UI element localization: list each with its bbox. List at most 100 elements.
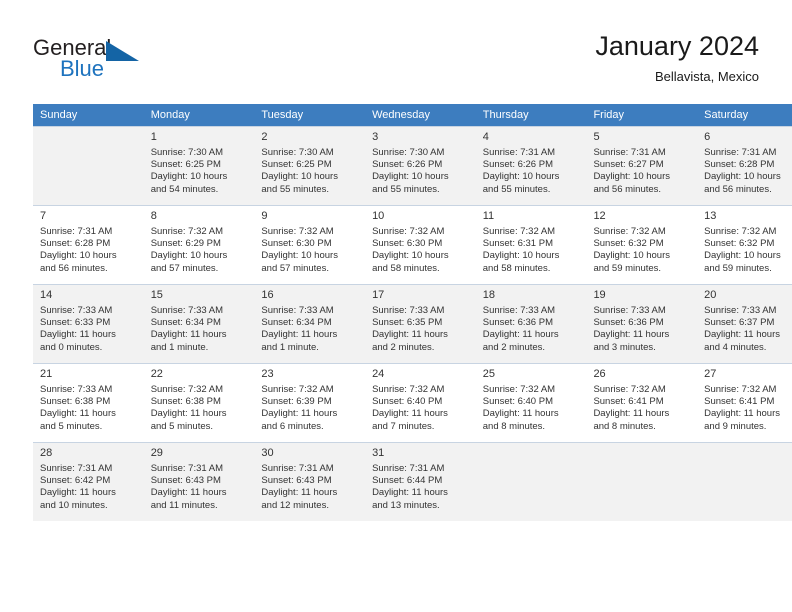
day-info-line: and 9 minutes. [704,420,767,432]
day-sun-info: Sunrise: 7:32 AM Sunset: 6:31 PM Daylight:… [483,226,583,275]
calendar-day-cell[interactable]: 20 Sunrise: 7:33 AM Sunset: 6:37 PM Dayligh… [697,284,792,364]
day-number: 15 [150,289,163,301]
calendar-day-cell[interactable]: 6 Sunrise: 7:31 AM Sunset: 6:28 PM Daylight… [697,126,792,206]
day-info-line: Sunset: 6:38 PM [40,396,111,408]
day-info-line: and 5 minutes. [150,420,214,432]
calendar-day-cell[interactable]: 14 Sunrise: 7:33 AM Sunset: 6:33 PM Dayligh… [33,284,144,364]
calendar-day-cell[interactable]: 30 Sunrise: 7:31 AM Sunset: 6:43 PM Dayligh… [254,442,366,521]
day-info-line: and 54 minutes. [150,183,219,195]
day-number: 25 [482,368,495,380]
calendar-day-cell[interactable]: 18 Sunrise: 7:33 AM Sunset: 6:36 PM Dayligh… [475,284,587,364]
calendar-day-cell[interactable]: 12 Sunrise: 7:32 AM Sunset: 6:32 PM Dayligh… [586,205,698,285]
day-info-line: Daylight: 11 hours [150,408,227,420]
calendar-day-cell[interactable]: 24 Sunrise: 7:32 AM Sunset: 6:40 PM Dayligh… [365,363,476,443]
calendar-day-cell[interactable]: 15 Sunrise: 7:33 AM Sunset: 6:34 PM Dayligh… [143,284,255,364]
calendar-cell-empty [33,126,144,206]
day-number: 20 [704,289,717,301]
day-info-line: and 12 minutes. [261,499,329,511]
calendar-body: 1 Sunrise: 7:30 AM Sunset: 6:25 PM Daylight… [33,126,792,521]
day-number: 2 [261,131,268,143]
day-info-line: Daylight: 10 hours [40,250,117,262]
day-number: 6 [704,131,711,143]
day-info-line: Sunrise: 7:32 AM [372,226,445,237]
day-info-line: and 8 minutes. [593,420,656,432]
day-number: 13 [704,210,717,222]
calendar-day-cell[interactable]: 13 Sunrise: 7:32 AM Sunset: 6:32 PM Dayligh… [697,205,792,285]
day-sun-info: Sunrise: 7:32 AM Sunset: 6:41 PM Daylight:… [593,384,693,433]
day-sun-info: Sunrise: 7:31 AM Sunset: 6:43 PM Daylight:… [151,463,251,512]
calendar-day-cell[interactable]: 25 Sunrise: 7:32 AM Sunset: 6:40 PM Dayligh… [475,363,587,443]
day-info-line: Daylight: 11 hours [704,329,780,341]
day-info-line: Daylight: 10 hours [372,250,449,262]
day-number: 4 [482,131,489,143]
day-info-line: Sunset: 6:40 PM [482,396,553,408]
calendar-day-cell[interactable]: 1 Sunrise: 7:30 AM Sunset: 6:25 PM Daylight… [143,126,255,206]
day-info-line: Sunrise: 7:32 AM [704,384,777,395]
day-info-line: Sunset: 6:25 PM [150,159,221,171]
calendar-header-row: Sunday Monday Tuesday Wednesday Thursday… [33,104,792,127]
calendar-cell-empty [697,442,792,521]
calendar-day-cell[interactable]: 21 Sunrise: 7:33 AM Sunset: 6:38 PM Dayligh… [33,363,144,443]
weekday-header-friday: Friday [586,104,698,127]
day-info-line: and 3 minutes. [593,341,656,353]
calendar-day-cell[interactable]: 7 Sunrise: 7:31 AM Sunset: 6:28 PM Daylight… [33,205,144,285]
calendar-day-cell[interactable]: 28 Sunrise: 7:31 AM Sunset: 6:42 PM Dayligh… [33,442,144,521]
day-info-line: Sunset: 6:41 PM [704,396,775,408]
day-info-line: Sunset: 6:31 PM [482,238,553,250]
day-info-line: Sunset: 6:34 PM [150,317,221,329]
day-number: 22 [150,368,163,380]
weekday-header-wednesday: Wednesday [365,104,476,127]
calendar-cell-empty [586,442,698,521]
day-info-line: Sunrise: 7:32 AM [150,226,224,237]
calendar-day-cell[interactable]: 17 Sunrise: 7:33 AM Sunset: 6:35 PM Dayligh… [365,284,476,364]
weekday-header-sunday: Sunday [33,104,144,127]
calendar-day-cell[interactable]: 10 Sunrise: 7:32 AM Sunset: 6:30 PM Dayligh… [365,205,476,285]
calendar-day-cell[interactable]: 19 Sunrise: 7:33 AM Sunset: 6:36 PM Dayligh… [586,284,698,364]
day-number: 7 [40,210,47,222]
calendar-day-cell[interactable]: 29 Sunrise: 7:31 AM Sunset: 6:43 PM Dayligh… [143,442,255,521]
day-info-line: Sunset: 6:30 PM [372,238,443,250]
calendar-day-cell[interactable]: 9 Sunrise: 7:32 AM Sunset: 6:30 PM Daylight… [254,205,366,285]
day-info-line: Sunrise: 7:32 AM [261,384,334,395]
day-info-line: Sunset: 6:39 PM [261,396,332,408]
calendar-day-cell[interactable]: 4 Sunrise: 7:31 AM Sunset: 6:26 PM Daylight… [475,126,587,206]
day-info-line: Sunset: 6:38 PM [150,396,221,408]
day-info-line: Sunrise: 7:31 AM [40,226,113,237]
day-info-line: Daylight: 10 hours [482,171,560,183]
logo-text-blue: Blue [60,56,105,81]
day-info-line: Sunset: 6:40 PM [372,396,443,408]
day-info-line: and 10 minutes. [40,499,108,511]
page-title: January 2024 [595,31,759,61]
calendar-table: Sunday Monday Tuesday Wednesday Thursday… [33,104,792,521]
calendar-day-cell[interactable]: 31 Sunrise: 7:31 AM Sunset: 6:44 PM Dayligh… [365,442,476,521]
day-info-line: Sunset: 6:26 PM [482,159,553,171]
calendar-day-cell[interactable]: 22 Sunrise: 7:32 AM Sunset: 6:38 PM Dayligh… [143,363,255,443]
logo-triangle-icon [106,41,139,61]
day-info-line: Sunrise: 7:31 AM [704,147,777,158]
calendar-day-cell[interactable]: 3 Sunrise: 7:30 AM Sunset: 6:26 PM Daylight… [365,126,476,206]
day-sun-info: Sunrise: 7:32 AM Sunset: 6:40 PM Daylight:… [372,384,472,433]
calendar-day-cell[interactable]: 16 Sunrise: 7:33 AM Sunset: 6:34 PM Dayligh… [254,284,366,364]
day-sun-info: Sunrise: 7:33 AM Sunset: 6:33 PM Daylight:… [40,305,140,354]
day-info-line: Daylight: 10 hours [593,250,671,262]
day-info-line: Sunrise: 7:30 AM [261,147,334,158]
day-number: 27 [704,368,717,380]
calendar-day-cell[interactable]: 11 Sunrise: 7:32 AM Sunset: 6:31 PM Dayligh… [475,205,587,285]
calendar-day-cell[interactable]: 26 Sunrise: 7:32 AM Sunset: 6:41 PM Dayligh… [586,363,698,443]
calendar-day-cell[interactable]: 2 Sunrise: 7:30 AM Sunset: 6:25 PM Daylight… [254,126,366,206]
day-info-line: Sunrise: 7:33 AM [704,305,777,316]
calendar-day-cell[interactable]: 23 Sunrise: 7:32 AM Sunset: 6:39 PM Dayligh… [254,363,366,443]
general-blue-logo[interactable]: General Blue [33,36,213,86]
day-number: 10 [372,210,385,222]
day-number: 29 [150,447,163,459]
day-number: 26 [593,368,606,380]
calendar-day-cell[interactable]: 5 Sunrise: 7:31 AM Sunset: 6:27 PM Daylight… [586,126,698,206]
day-info-line: and 58 minutes. [482,262,551,274]
day-sun-info: Sunrise: 7:30 AM Sunset: 6:26 PM Daylight:… [372,147,472,196]
calendar-day-cell[interactable]: 8 Sunrise: 7:32 AM Sunset: 6:29 PM Daylight… [143,205,255,285]
calendar-day-cell[interactable]: 27 Sunrise: 7:32 AM Sunset: 6:41 PM Dayligh… [697,363,792,443]
day-info-line: Sunset: 6:43 PM [261,475,332,487]
day-info-line: Daylight: 10 hours [704,171,781,183]
day-info-line: Sunrise: 7:31 AM [593,147,666,158]
day-info-line: Sunrise: 7:32 AM [482,226,556,237]
